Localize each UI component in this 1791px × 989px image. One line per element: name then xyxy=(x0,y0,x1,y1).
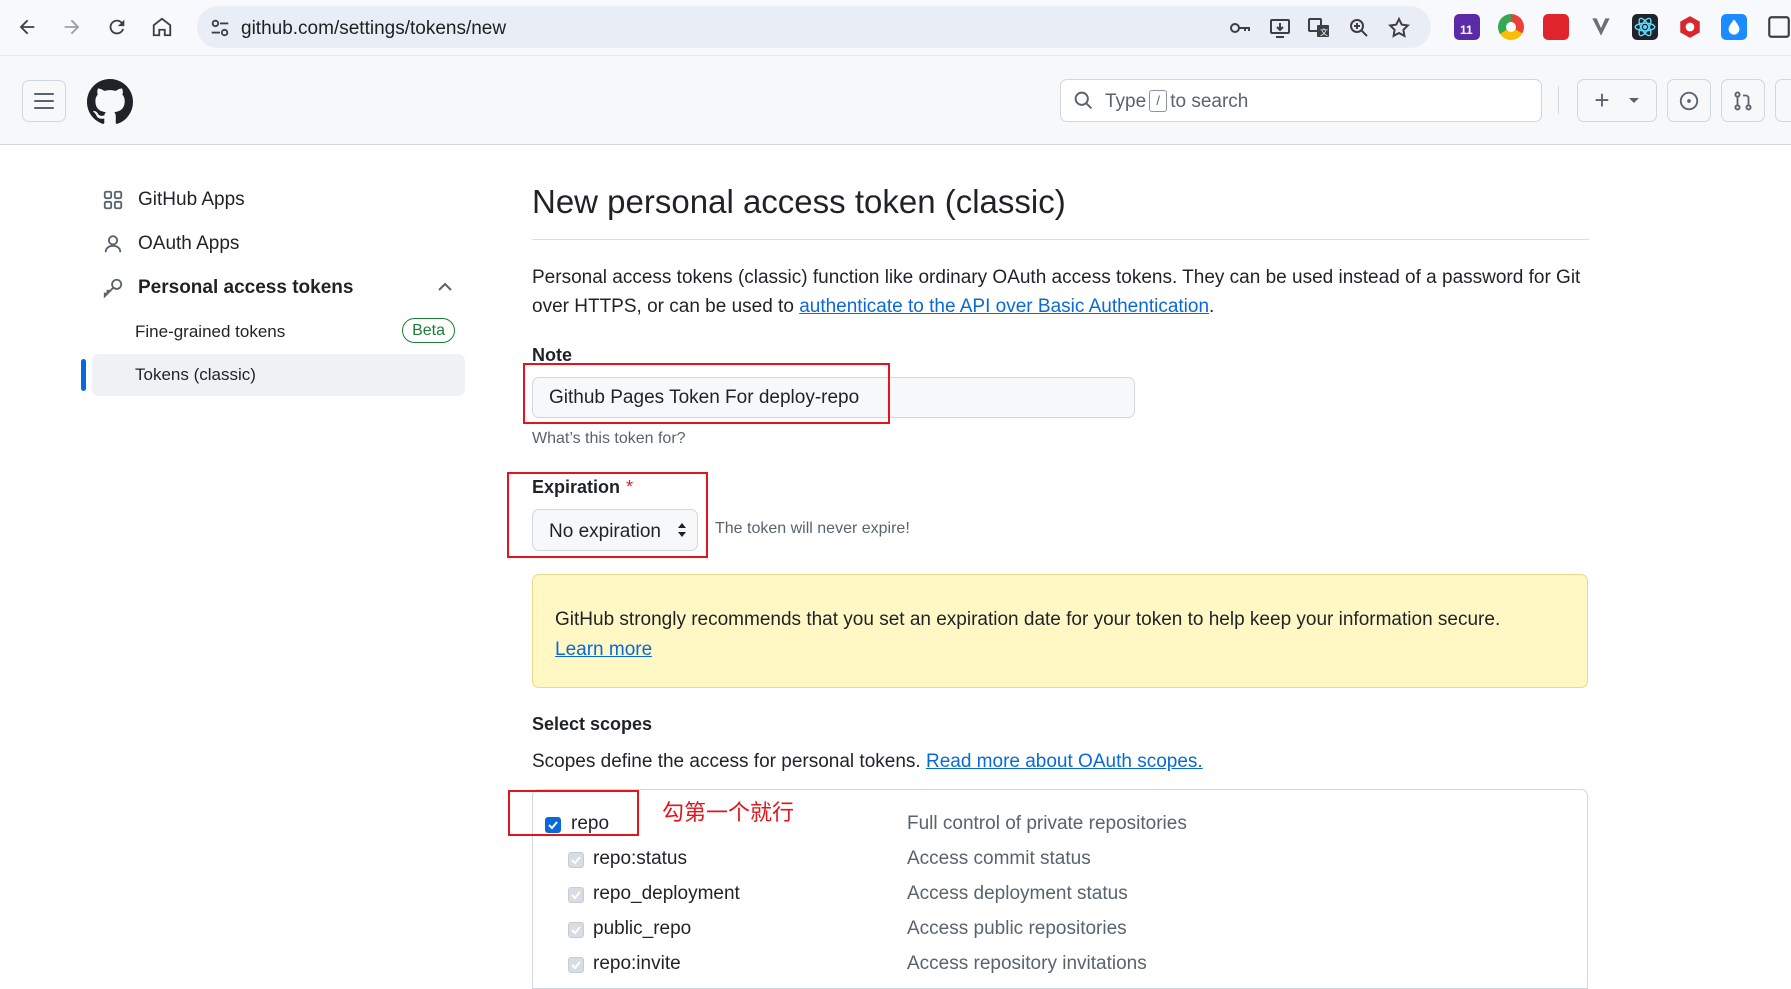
extension-icon[interactable] xyxy=(1498,14,1524,40)
extension-icon[interactable] xyxy=(1632,14,1658,40)
sidebar-item-label: OAuth Apps xyxy=(138,233,240,254)
github-logo-icon[interactable] xyxy=(87,79,133,125)
sidebar-item-personal-access-tokens[interactable]: Personal access tokens xyxy=(92,268,465,308)
intro-text: Personal access tokens (classic) functio… xyxy=(532,267,1581,317)
repo-deployment-checkbox[interactable] xyxy=(568,887,584,903)
pull-requests-icon[interactable] xyxy=(1721,79,1765,122)
back-icon[interactable] xyxy=(9,9,45,45)
scope-name: repo:invite xyxy=(593,953,681,974)
check-icon xyxy=(571,856,581,865)
plus-icon: + xyxy=(1594,85,1610,115)
issues-icon[interactable] xyxy=(1667,79,1711,122)
scope-name: repo:status xyxy=(593,848,687,869)
translate-icon[interactable]: 文 xyxy=(1307,16,1331,40)
search-input[interactable]: Type / to search xyxy=(1060,79,1542,122)
oauth-scopes-link[interactable]: Read more about OAuth scopes. xyxy=(926,751,1203,772)
annotation-box-repo xyxy=(508,790,639,836)
github-header: Type / to search + xyxy=(0,56,1791,145)
extension-icon[interactable] xyxy=(1721,14,1747,40)
site-settings-icon[interactable] xyxy=(209,17,231,39)
sidebar-item-label: Fine-grained tokens xyxy=(135,322,286,341)
divider xyxy=(532,239,1589,240)
search-shortcut-key: / xyxy=(1149,90,1168,112)
scope-desc: Access repository invitations xyxy=(907,953,1147,974)
header-divider xyxy=(1558,86,1559,114)
annotation-note: 勾第一个就行 xyxy=(662,800,795,825)
basic-auth-link[interactable]: authenticate to the API over Basic Authe… xyxy=(799,296,1209,317)
scope-name: repo_deployment xyxy=(593,883,740,904)
expiration-hint: The token will never expire! xyxy=(715,520,910,537)
menu-icon[interactable] xyxy=(22,80,66,122)
extension-badge: 11 xyxy=(1460,23,1473,37)
active-indicator xyxy=(81,359,86,391)
sidebar-item-label: GitHub Apps xyxy=(138,189,245,210)
note-hint: What’s this token for? xyxy=(532,430,686,447)
chevron-down-icon xyxy=(1628,97,1639,103)
scope-row-public-repo: public_repo Access public repositories xyxy=(533,915,1589,945)
create-new-button[interactable]: + xyxy=(1577,79,1657,122)
page-title: New personal access token (classic) xyxy=(532,183,1066,220)
learn-more-link[interactable]: Learn more xyxy=(555,639,652,660)
password-key-icon[interactable] xyxy=(1228,16,1252,40)
annotation-box-note xyxy=(523,363,890,424)
scopes-description: Scopes define the access for personal to… xyxy=(532,751,1203,772)
home-icon[interactable] xyxy=(144,9,180,45)
sidebar-item-github-apps[interactable]: GitHub Apps xyxy=(92,180,465,220)
zoom-icon[interactable] xyxy=(1347,16,1371,40)
install-app-icon[interactable] xyxy=(1268,16,1292,40)
beta-badge: Beta xyxy=(402,318,455,343)
search-placeholder: Type / to search xyxy=(1105,90,1249,112)
scope-desc: Full control of private repositories xyxy=(907,813,1187,834)
repo-status-checkbox[interactable] xyxy=(568,852,584,868)
reload-icon[interactable] xyxy=(99,9,135,45)
check-icon xyxy=(571,926,581,935)
check-icon xyxy=(571,961,581,970)
address-bar[interactable]: github.com/settings/tokens/new 文 xyxy=(197,6,1431,48)
scope-name: public_repo xyxy=(593,918,692,939)
scope-row-repo-invite: repo:invite Access repository invitation… xyxy=(533,950,1589,980)
check-icon xyxy=(571,891,581,900)
search-icon xyxy=(1074,91,1093,110)
svg-text:文: 文 xyxy=(1320,27,1328,37)
expiration-warning: GitHub strongly recommends that you set … xyxy=(532,574,1588,688)
scope-desc: Access public repositories xyxy=(907,918,1127,939)
inbox-icon[interactable] xyxy=(1775,79,1791,122)
extension-icon[interactable] xyxy=(1766,14,1791,40)
person-icon xyxy=(104,235,122,253)
scope-desc: Access deployment status xyxy=(907,883,1128,904)
scope-row-repo-deployment: repo_deployment Access deployment status xyxy=(533,880,1589,910)
forward-icon[interactable] xyxy=(54,9,90,45)
sidebar-item-label: Personal access tokens xyxy=(138,277,354,298)
public-repo-checkbox[interactable] xyxy=(568,922,584,938)
extension-icon[interactable] xyxy=(1588,14,1614,40)
repo-invite-checkbox[interactable] xyxy=(568,957,584,973)
key-icon xyxy=(103,278,123,299)
annotation-box-expiration xyxy=(507,472,708,558)
sidebar-item-oauth-apps[interactable]: OAuth Apps xyxy=(92,224,465,264)
extension-icon[interactable] xyxy=(1543,14,1569,40)
extension-icon[interactable]: 11 xyxy=(1454,14,1480,40)
scope-desc: Access commit status xyxy=(907,848,1091,869)
sidebar-item-tokens-classic[interactable]: Tokens (classic) xyxy=(92,354,465,396)
scopes-title: Select scopes xyxy=(532,714,653,734)
url-text[interactable]: github.com/settings/tokens/new xyxy=(241,18,506,40)
chevron-up-icon[interactable] xyxy=(437,282,453,292)
bookmark-star-icon[interactable] xyxy=(1387,16,1411,40)
extension-icon[interactable] xyxy=(1677,14,1703,40)
browser-toolbar: github.com/settings/tokens/new 文 11 xyxy=(0,0,1791,56)
warning-text: GitHub strongly recommends that you set … xyxy=(555,609,1501,630)
apps-grid-icon xyxy=(103,190,123,210)
sidebar-item-label: Tokens (classic) xyxy=(135,365,256,384)
scope-row-repo-status: repo:status Access commit status xyxy=(533,845,1589,875)
sidebar-item-fine-grained-tokens[interactable]: Fine-grained tokens Beta xyxy=(92,311,465,353)
